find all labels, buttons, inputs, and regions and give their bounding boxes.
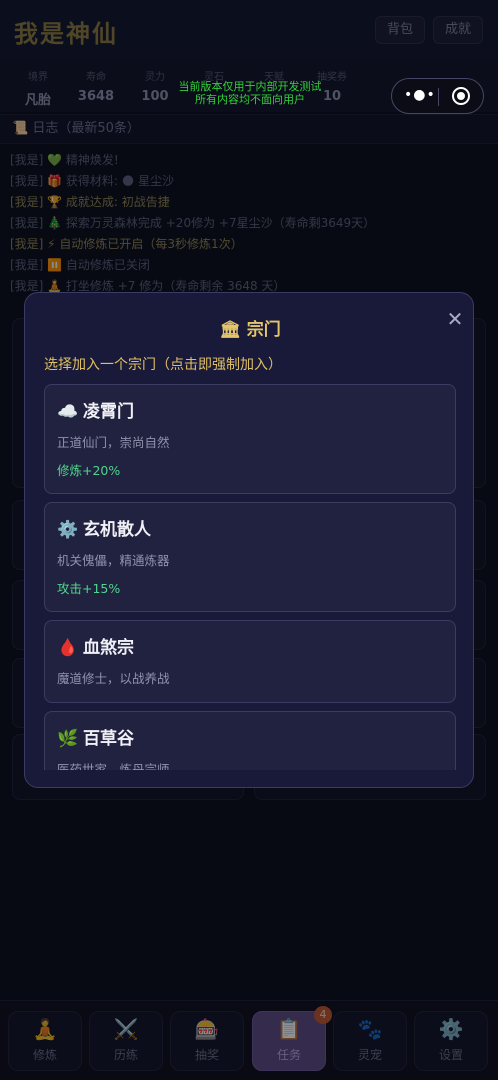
gear-icon: ⚙️ bbox=[57, 520, 79, 540]
sect-name: 玄机散人 bbox=[83, 520, 151, 540]
sect-card-lingxiao[interactable]: ☁️ 凌霄门 正道仙门，崇尚自然 修炼+20% bbox=[44, 384, 456, 494]
sect-desc: 魔道修士，以战养战 bbox=[57, 671, 170, 686]
dev-notice: 当前版本仅用于内部开发测试 所有内容均不面向用户 bbox=[178, 80, 322, 106]
sect-card-baicao[interactable]: 🌿 百草谷 医药世家，炼丹宗师 bbox=[44, 711, 456, 770]
sect-bonus: 攻击+15% bbox=[57, 581, 121, 596]
herb-icon: 🌿 bbox=[57, 729, 79, 749]
modal-subtitle: 选择加入一个宗门（点击即强制加入） bbox=[44, 357, 282, 373]
sect-desc: 正道仙门，崇尚自然 bbox=[57, 435, 170, 450]
sect-desc: 医药世家，炼丹宗师 bbox=[57, 762, 170, 770]
sect-name: 百草谷 bbox=[83, 729, 134, 749]
sect-list[interactable]: ☁️ 凌霄门 正道仙门，崇尚自然 修炼+20% ⚙️ 玄机散人 机关傀儡，精通炼器 … bbox=[44, 384, 456, 770]
sect-bonus: 修炼+20% bbox=[57, 463, 121, 478]
miniprogram-capsule: •●• bbox=[391, 78, 484, 114]
close-program-icon[interactable] bbox=[452, 87, 470, 105]
modal-title: 🏛 宗门 bbox=[219, 320, 281, 340]
sect-name: 血煞宗 bbox=[83, 638, 134, 658]
sect-card-xuesha[interactable]: 🩸 血煞宗 魔道修士，以战养战 bbox=[44, 620, 456, 703]
sect-name: 凌霄门 bbox=[83, 402, 134, 422]
sect-modal: 🏛 宗门 ✕ 选择加入一个宗门（点击即强制加入） ☁️ 凌霄门 正道仙门，崇尚自然 … bbox=[24, 292, 474, 788]
temple-icon: 🏛 bbox=[219, 320, 241, 340]
sect-desc: 机关傀儡，精通炼器 bbox=[57, 553, 170, 568]
capsule-divider bbox=[438, 88, 439, 106]
cloud-icon: ☁️ bbox=[57, 402, 79, 422]
close-icon[interactable]: ✕ bbox=[443, 307, 467, 331]
more-icon[interactable]: •●• bbox=[404, 87, 436, 103]
sect-card-xuanji[interactable]: ⚙️ 玄机散人 机关傀儡，精通炼器 攻击+15% bbox=[44, 502, 456, 612]
blood-drop-icon: 🩸 bbox=[57, 638, 79, 658]
